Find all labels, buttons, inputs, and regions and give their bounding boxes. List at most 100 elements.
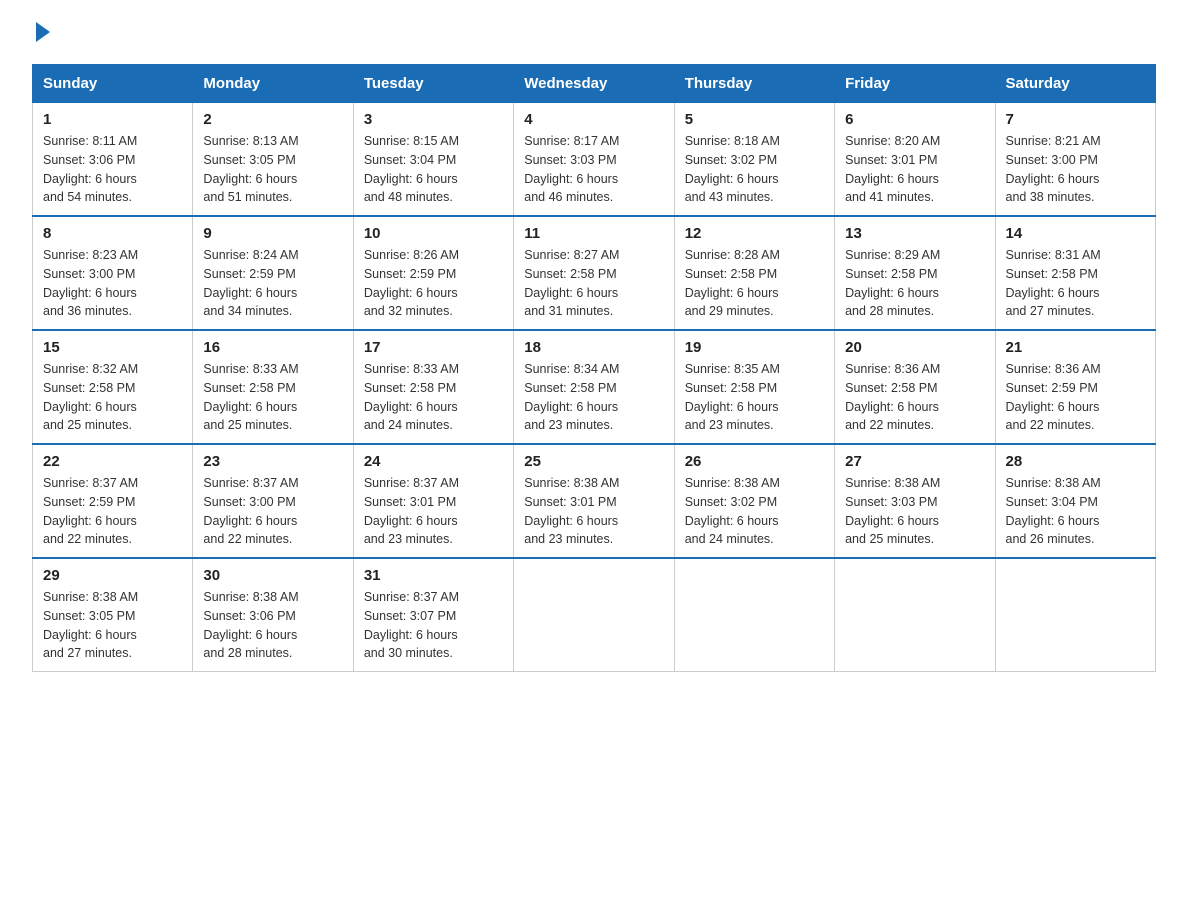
day-of-week-header: Wednesday	[514, 65, 674, 103]
day-number: 29	[43, 567, 182, 584]
day-info: Sunrise: 8:38 AM Sunset: 3:02 PM Dayligh…	[685, 474, 824, 549]
page-header	[32, 24, 1156, 44]
calendar-day-cell: 7 Sunrise: 8:21 AM Sunset: 3:00 PM Daylig…	[995, 103, 1155, 217]
calendar-week-row: 1 Sunrise: 8:11 AM Sunset: 3:06 PM Daylig…	[33, 103, 1156, 217]
calendar-week-row: 8 Sunrise: 8:23 AM Sunset: 3:00 PM Daylig…	[33, 216, 1156, 330]
day-of-week-header: Thursday	[674, 65, 834, 103]
day-number: 11	[524, 225, 663, 242]
calendar-day-cell: 1 Sunrise: 8:11 AM Sunset: 3:06 PM Daylig…	[33, 103, 193, 217]
day-info: Sunrise: 8:33 AM Sunset: 2:58 PM Dayligh…	[364, 360, 503, 435]
day-info: Sunrise: 8:37 AM Sunset: 3:07 PM Dayligh…	[364, 588, 503, 663]
logo-arrow-icon	[36, 22, 50, 42]
calendar-day-cell: 24Sunrise: 8:37 AM Sunset: 3:01 PM Dayli…	[353, 444, 513, 558]
day-info: Sunrise: 8:21 AM Sunset: 3:00 PM Dayligh…	[1006, 132, 1145, 207]
day-number: 31	[364, 567, 503, 584]
day-info: Sunrise: 8:28 AM Sunset: 2:58 PM Dayligh…	[685, 246, 824, 321]
day-number: 15	[43, 339, 182, 356]
calendar-day-cell: 11 Sunrise: 8:27 AM Sunset: 2:58 PM Dayli…	[514, 216, 674, 330]
day-number: 6	[845, 111, 984, 128]
calendar-day-cell: 3 Sunrise: 8:15 AM Sunset: 3:04 PM Daylig…	[353, 103, 513, 217]
calendar-day-cell: 5 Sunrise: 8:18 AM Sunset: 3:02 PM Daylig…	[674, 103, 834, 217]
calendar-day-cell: 2 Sunrise: 8:13 AM Sunset: 3:05 PM Daylig…	[193, 103, 353, 217]
day-number: 21	[1006, 339, 1145, 356]
calendar-day-cell	[835, 558, 995, 672]
day-number: 19	[685, 339, 824, 356]
calendar-day-cell: 16Sunrise: 8:33 AM Sunset: 2:58 PM Dayli…	[193, 330, 353, 444]
day-number: 3	[364, 111, 503, 128]
day-info: Sunrise: 8:13 AM Sunset: 3:05 PM Dayligh…	[203, 132, 342, 207]
day-info: Sunrise: 8:11 AM Sunset: 3:06 PM Dayligh…	[43, 132, 182, 207]
calendar-day-cell: 19Sunrise: 8:35 AM Sunset: 2:58 PM Dayli…	[674, 330, 834, 444]
day-number: 23	[203, 453, 342, 470]
calendar-day-cell: 23 Sunrise: 8:37 AM Sunset: 3:00 PM Dayli…	[193, 444, 353, 558]
calendar-day-cell: 8 Sunrise: 8:23 AM Sunset: 3:00 PM Daylig…	[33, 216, 193, 330]
calendar-day-cell: 29 Sunrise: 8:38 AM Sunset: 3:05 PM Dayli…	[33, 558, 193, 672]
day-number: 22	[43, 453, 182, 470]
day-info: Sunrise: 8:37 AM Sunset: 3:00 PM Dayligh…	[203, 474, 342, 549]
day-number: 2	[203, 111, 342, 128]
day-info: Sunrise: 8:38 AM Sunset: 3:04 PM Dayligh…	[1006, 474, 1145, 549]
day-info: Sunrise: 8:36 AM Sunset: 2:58 PM Dayligh…	[845, 360, 984, 435]
day-info: Sunrise: 8:37 AM Sunset: 3:01 PM Dayligh…	[364, 474, 503, 549]
day-number: 26	[685, 453, 824, 470]
day-number: 20	[845, 339, 984, 356]
calendar-day-cell: 22 Sunrise: 8:37 AM Sunset: 2:59 PM Dayli…	[33, 444, 193, 558]
day-number: 5	[685, 111, 824, 128]
calendar-day-cell: 4 Sunrise: 8:17 AM Sunset: 3:03 PM Daylig…	[514, 103, 674, 217]
day-number: 1	[43, 111, 182, 128]
day-number: 28	[1006, 453, 1145, 470]
calendar-day-cell: 14Sunrise: 8:31 AM Sunset: 2:58 PM Dayli…	[995, 216, 1155, 330]
day-of-week-header: Sunday	[33, 65, 193, 103]
day-info: Sunrise: 8:26 AM Sunset: 2:59 PM Dayligh…	[364, 246, 503, 321]
calendar-day-cell	[514, 558, 674, 672]
calendar-day-cell: 10 Sunrise: 8:26 AM Sunset: 2:59 PM Dayli…	[353, 216, 513, 330]
calendar-day-cell: 26 Sunrise: 8:38 AM Sunset: 3:02 PM Dayli…	[674, 444, 834, 558]
logo	[32, 24, 50, 44]
day-number: 7	[1006, 111, 1145, 128]
calendar-day-cell: 12 Sunrise: 8:28 AM Sunset: 2:58 PM Dayli…	[674, 216, 834, 330]
calendar-table: SundayMondayTuesdayWednesdayThursdayFrid…	[32, 64, 1156, 672]
calendar-day-cell: 18Sunrise: 8:34 AM Sunset: 2:58 PM Dayli…	[514, 330, 674, 444]
calendar-day-cell: 6 Sunrise: 8:20 AM Sunset: 3:01 PM Daylig…	[835, 103, 995, 217]
calendar-day-cell: 30 Sunrise: 8:38 AM Sunset: 3:06 PM Dayli…	[193, 558, 353, 672]
calendar-day-cell: 21 Sunrise: 8:36 AM Sunset: 2:59 PM Dayli…	[995, 330, 1155, 444]
day-number: 10	[364, 225, 503, 242]
day-number: 30	[203, 567, 342, 584]
day-info: Sunrise: 8:29 AM Sunset: 2:58 PM Dayligh…	[845, 246, 984, 321]
day-number: 13	[845, 225, 984, 242]
calendar-day-cell: 25Sunrise: 8:38 AM Sunset: 3:01 PM Dayli…	[514, 444, 674, 558]
day-number: 9	[203, 225, 342, 242]
day-info: Sunrise: 8:17 AM Sunset: 3:03 PM Dayligh…	[524, 132, 663, 207]
day-info: Sunrise: 8:37 AM Sunset: 2:59 PM Dayligh…	[43, 474, 182, 549]
calendar-day-cell: 28 Sunrise: 8:38 AM Sunset: 3:04 PM Dayli…	[995, 444, 1155, 558]
calendar-day-cell: 27Sunrise: 8:38 AM Sunset: 3:03 PM Dayli…	[835, 444, 995, 558]
day-info: Sunrise: 8:36 AM Sunset: 2:59 PM Dayligh…	[1006, 360, 1145, 435]
day-info: Sunrise: 8:38 AM Sunset: 3:01 PM Dayligh…	[524, 474, 663, 549]
day-of-week-header: Monday	[193, 65, 353, 103]
day-number: 4	[524, 111, 663, 128]
calendar-week-row: 22 Sunrise: 8:37 AM Sunset: 2:59 PM Dayli…	[33, 444, 1156, 558]
day-of-week-header: Saturday	[995, 65, 1155, 103]
calendar-day-cell: 9 Sunrise: 8:24 AM Sunset: 2:59 PM Daylig…	[193, 216, 353, 330]
calendar-day-cell: 20 Sunrise: 8:36 AM Sunset: 2:58 PM Dayli…	[835, 330, 995, 444]
day-info: Sunrise: 8:15 AM Sunset: 3:04 PM Dayligh…	[364, 132, 503, 207]
day-number: 12	[685, 225, 824, 242]
day-info: Sunrise: 8:24 AM Sunset: 2:59 PM Dayligh…	[203, 246, 342, 321]
day-number: 8	[43, 225, 182, 242]
day-of-week-header: Tuesday	[353, 65, 513, 103]
day-info: Sunrise: 8:34 AM Sunset: 2:58 PM Dayligh…	[524, 360, 663, 435]
calendar-day-cell: 15Sunrise: 8:32 AM Sunset: 2:58 PM Dayli…	[33, 330, 193, 444]
calendar-day-cell: 17 Sunrise: 8:33 AM Sunset: 2:58 PM Dayli…	[353, 330, 513, 444]
day-info: Sunrise: 8:38 AM Sunset: 3:06 PM Dayligh…	[203, 588, 342, 663]
logo-general	[32, 24, 50, 42]
day-info: Sunrise: 8:20 AM Sunset: 3:01 PM Dayligh…	[845, 132, 984, 207]
day-info: Sunrise: 8:27 AM Sunset: 2:58 PM Dayligh…	[524, 246, 663, 321]
day-info: Sunrise: 8:18 AM Sunset: 3:02 PM Dayligh…	[685, 132, 824, 207]
calendar-week-row: 15Sunrise: 8:32 AM Sunset: 2:58 PM Dayli…	[33, 330, 1156, 444]
day-number: 16	[203, 339, 342, 356]
day-info: Sunrise: 8:23 AM Sunset: 3:00 PM Dayligh…	[43, 246, 182, 321]
day-info: Sunrise: 8:38 AM Sunset: 3:05 PM Dayligh…	[43, 588, 182, 663]
day-number: 17	[364, 339, 503, 356]
day-info: Sunrise: 8:38 AM Sunset: 3:03 PM Dayligh…	[845, 474, 984, 549]
calendar-day-cell	[995, 558, 1155, 672]
